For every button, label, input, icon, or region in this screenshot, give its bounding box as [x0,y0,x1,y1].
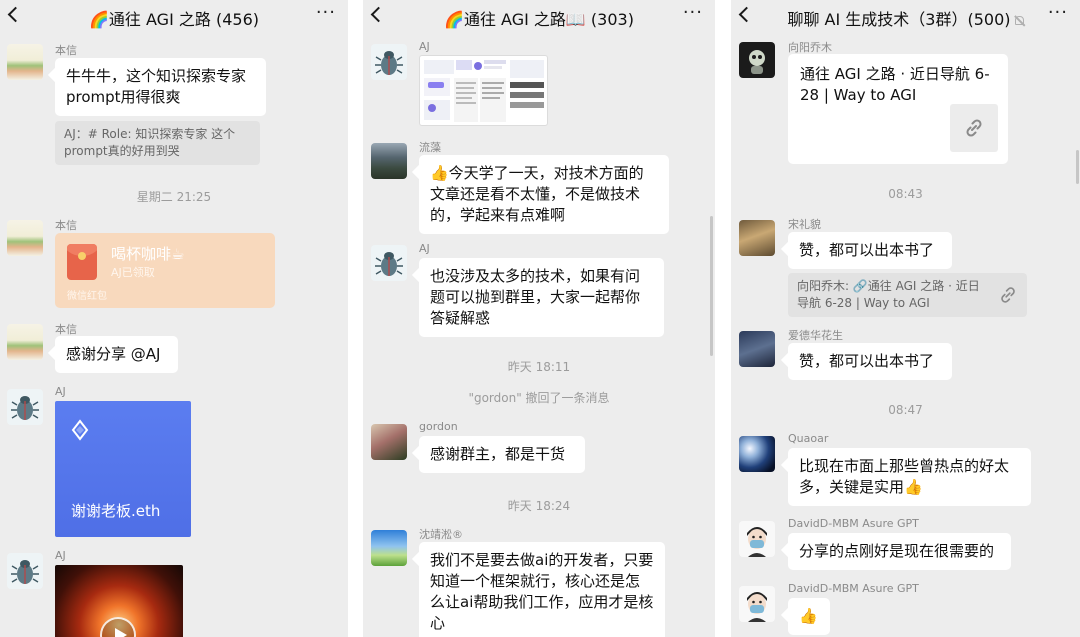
avatar[interactable] [371,245,407,281]
screenshot-thumbnail [424,60,544,122]
sender-name: AJ [419,242,430,255]
image-message[interactable]: 谢谢老板.eth [55,401,191,537]
avatar[interactable] [371,530,407,566]
sender-name: AJ [55,385,66,398]
avatar[interactable] [739,331,775,367]
avatar[interactable] [371,424,407,460]
more-dots-icon[interactable]: ··· [1048,4,1068,22]
sender-name: 本信 [55,323,77,336]
message-bubble[interactable]: 👍 [788,598,830,635]
avatar[interactable] [739,220,775,256]
chat-header: 🌈通往 AGI 之路 (456) ··· [0,0,348,36]
message-bubble[interactable]: 分享的点刚好是现在很需要的 [788,533,1011,570]
sender-name: 向阳乔木 [788,41,832,54]
avatar[interactable] [7,44,43,80]
image-caption: 谢谢老板.eth [71,502,161,520]
recall-notice: "gordon" 撤回了一条消息 [468,391,610,405]
mute-bell-icon [1014,16,1024,25]
link-thumbnail [950,104,998,152]
sender-name: 沈靖淞® [419,528,463,541]
message-bubble[interactable]: 赞，都可以出本书了 [788,232,952,269]
chat-header: 聊聊 AI 生成技术（3群）(500) ··· [731,0,1080,36]
message-bubble[interactable]: 我们不是要去做ai的开发者，只要知道一个框架就行，核心还是怎么让ai帮助我们工作… [419,542,665,637]
red-packet-status: AJ已领取 [111,266,155,279]
avatar[interactable] [739,586,775,622]
chat-panel-1: 🌈通往 AGI 之路 (456) ··· 本信 牛牛牛，这个知识探索专家prom… [0,0,348,637]
chat-panel-2: 🌈通往 AGI 之路📖 (303) ··· AJ 流藻 👍今天学了一天，对技术方… [363,0,715,637]
red-packet-icon [67,244,97,280]
sender-name: AJ [55,549,66,562]
sender-name: 爱德华花生 [788,329,843,342]
sender-name: 本信 [55,219,77,232]
avatar[interactable] [7,553,43,589]
chat-panel-3: 聊聊 AI 生成技术（3群）(500) ··· 向阳乔木 通往 AGI 之路 ·… [731,0,1080,637]
message-bubble[interactable]: 牛牛牛，这个知识探索专家prompt用得很爽 [55,58,266,116]
beetle-icon [375,51,403,75]
sender-name: DavidD-MBM Asure GPT [788,582,919,595]
link-icon [966,119,982,137]
message-bubble[interactable]: 也没涉及太多的技术，如果有问题可以抛到群里，大家一起帮你答疑解惑 [419,258,664,337]
link-icon [1001,287,1015,303]
masked-person-icon [747,592,767,622]
message-bubble[interactable]: 感谢分享 @AJ [55,336,178,373]
sender-name: AJ [419,40,430,53]
play-icon[interactable] [100,617,136,637]
screenshot-collage: 🌈通往 AGI 之路 (456) ··· 本信 牛牛牛，这个知识探索专家prom… [0,0,1080,637]
avatar[interactable] [371,143,407,179]
red-packet[interactable]: 喝杯咖啡☕ AJ已领取 微信红包 [55,233,275,308]
more-dots-icon[interactable]: ··· [683,4,703,22]
avatar[interactable] [7,324,43,360]
beetle-icon [11,560,39,584]
link-card[interactable]: 通往 AGI 之路 · 近日导航 6-28 | Way to AGI [788,54,1008,164]
scrollbar[interactable] [1076,150,1079,184]
avatar[interactable] [739,521,775,557]
timestamp: 08:43 [888,187,923,201]
chat-title-text: 聊聊 AI 生成技术（3群）(500) [787,10,1011,29]
timestamp: 星期二 21:25 [136,190,212,204]
masked-person-icon [747,527,767,557]
avatar[interactable] [739,436,775,472]
sender-name: DavidD-MBM Asure GPT [788,517,919,530]
timestamp: 昨天 18:11 [507,360,571,374]
avatar[interactable] [371,44,407,80]
chat-title: 🌈通往 AGI 之路📖 (303) [444,10,634,29]
sender-name: Quaoar [788,432,829,445]
message-bubble[interactable]: 👍今天学了一天，对技术方面的文章还是看不太懂，不是做技术的，学起来有点难啊 [419,155,669,234]
avatar[interactable] [7,389,43,425]
message-bubble[interactable]: 赞，都可以出本书了 [788,343,952,380]
link-card-title: 通往 AGI 之路 · 近日导航 6-28 | Way to AGI [800,65,990,104]
chat-title: 聊聊 AI 生成技术（3群）(500) [731,6,1080,30]
chat-title: 🌈通往 AGI 之路 (456) [89,10,259,29]
red-packet-title: 喝杯咖啡☕ [111,245,185,263]
avatar[interactable] [739,42,775,78]
sender-name: 本信 [55,44,77,57]
timestamp: 昨天 18:24 [507,499,571,513]
sender-name: 流藻 [419,141,441,154]
robot-face-icon [749,50,765,74]
ethereum-icon [71,419,89,441]
scrollbar[interactable] [710,216,713,356]
quoted-message[interactable]: AJ：# Role: 知识探索专家 这个prompt真的好用到哭 [55,121,260,165]
beetle-icon [375,252,403,276]
red-packet-label: 微信红包 [67,291,107,302]
chat-header: 🌈通往 AGI 之路📖 (303) ··· [363,0,715,36]
sender-name: gordon [419,420,458,433]
screenshot-image[interactable] [419,55,548,126]
quoted-message[interactable]: 向阳乔木: 🔗通往 AGI 之路 · 近日导航 6-28 | Way to AG… [788,273,1027,317]
quoted-message-text: 向阳乔木: 🔗通往 AGI 之路 · 近日导航 6-28 | Way to AG… [797,279,980,310]
sender-name: 宋礼貌 [788,218,821,231]
message-bubble[interactable]: 感谢群主，都是干货 [419,436,585,473]
beetle-icon [11,396,39,420]
message-bubble[interactable]: 比现在市面上那些曾热点的好太多，关键是实用👍 [788,448,1031,506]
video-message[interactable] [55,565,183,637]
timestamp: 08:47 [888,403,923,417]
avatar[interactable] [7,220,43,256]
more-dots-icon[interactable]: ··· [316,4,336,22]
